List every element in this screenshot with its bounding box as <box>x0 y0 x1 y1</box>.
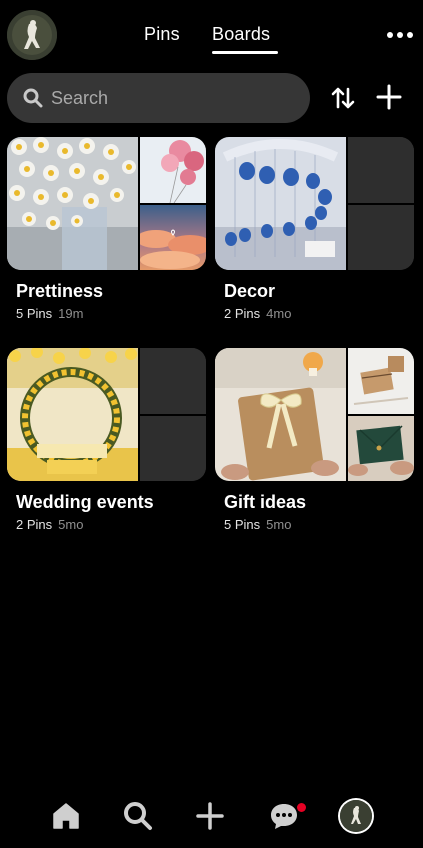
sort-arrows-icon[interactable] <box>330 85 356 111</box>
pin-count: 2 Pins <box>224 306 261 321</box>
updated-time: 5mo <box>58 517 84 532</box>
board-title: Decor <box>224 281 276 301</box>
search-input[interactable] <box>51 87 281 109</box>
board-cover <box>7 348 206 481</box>
board-card[interactable]: Gift ideas 5 Pins 5mo <box>215 348 414 533</box>
cover-placeholder <box>348 137 414 203</box>
updated-time: 19m <box>58 306 84 321</box>
more-options-button[interactable] <box>387 24 413 46</box>
search-icon[interactable] <box>122 800 154 832</box>
board-meta: 2 Pins 4mo <box>224 306 414 322</box>
board-title: Prettiness <box>16 281 104 301</box>
cover-image-balloons <box>140 137 206 203</box>
active-tab-indicator <box>212 51 278 54</box>
board-meta: 5 Pins 19m <box>16 306 206 322</box>
tab-boards[interactable]: Boards <box>212 24 270 45</box>
home-icon[interactable] <box>50 800 82 832</box>
pin-count: 5 Pins <box>16 306 53 321</box>
cover-placeholder <box>140 416 206 481</box>
cover-image-gift-box <box>348 348 414 414</box>
cover-image-daisies <box>7 137 138 270</box>
cover-placeholder <box>140 348 206 414</box>
cover-image-gift-envelope <box>215 348 346 481</box>
board-meta: 5 Pins 5mo <box>224 517 414 533</box>
plus-icon[interactable] <box>376 84 402 110</box>
search-icon <box>23 88 43 108</box>
profile-avatar[interactable] <box>7 10 57 60</box>
profile-photo <box>340 800 372 832</box>
board-title: Wedding events <box>16 492 154 512</box>
ellipsis-icon <box>387 32 393 38</box>
board-card[interactable]: Prettiness 5 Pins 19m <box>7 137 206 322</box>
cover-placeholder <box>348 205 414 270</box>
board-card[interactable]: Wedding events 2 Pins 5mo <box>7 348 206 533</box>
plus-icon[interactable] <box>194 800 226 832</box>
board-cover <box>215 137 414 270</box>
notification-dot <box>297 803 306 812</box>
avatar[interactable] <box>340 800 372 832</box>
board-meta: 2 Pins 5mo <box>16 517 206 533</box>
board-title: Gift ideas <box>224 492 307 512</box>
updated-time: 4mo <box>266 306 292 321</box>
board-card[interactable]: Decor 2 Pins 4mo <box>215 137 414 322</box>
cover-image-balloon-decor <box>215 137 346 270</box>
pin-count: 5 Pins <box>224 517 261 532</box>
board-cover <box>7 137 206 270</box>
board-cover <box>215 348 414 481</box>
pin-count: 2 Pins <box>16 517 53 532</box>
cover-image-sunset-clouds <box>140 205 206 270</box>
chat-bubble-icon[interactable] <box>268 800 300 832</box>
cover-image-wedding-arch <box>7 348 138 481</box>
bottom-nav <box>0 790 423 848</box>
tab-pins[interactable]: Pins <box>144 24 180 45</box>
cover-image-green-envelope <box>348 416 414 481</box>
profile-photo <box>7 10 57 60</box>
updated-time: 5mo <box>266 517 292 532</box>
search-bar[interactable] <box>7 73 310 123</box>
